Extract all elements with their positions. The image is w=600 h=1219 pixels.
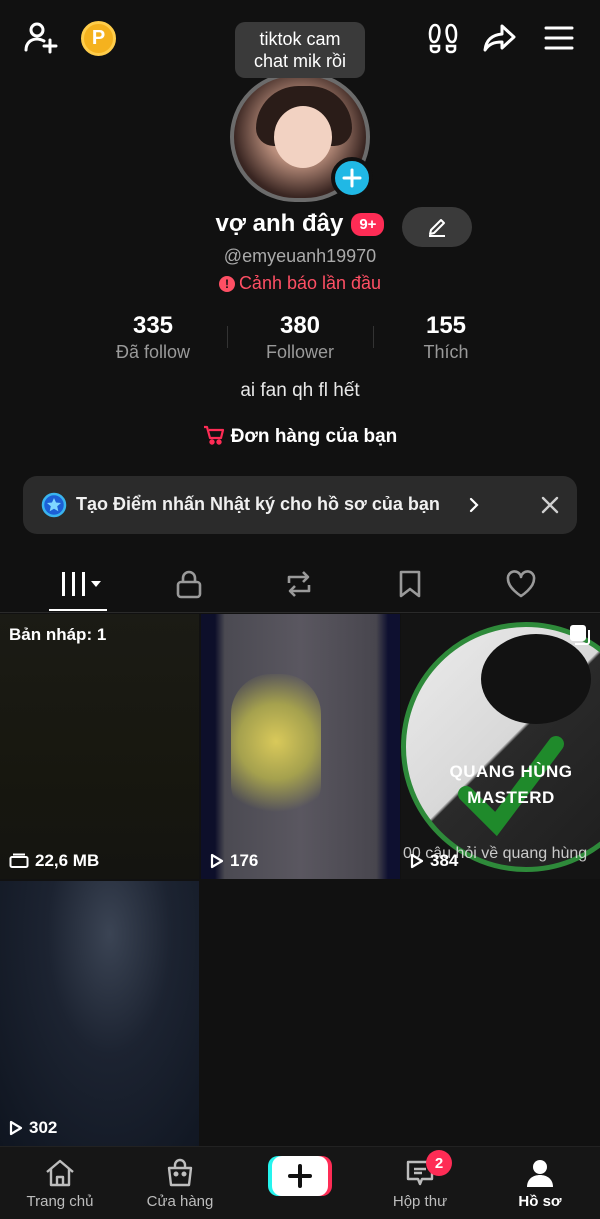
video-tile[interactable]: QUANG HÙNG MASTERD 00 câu hỏi về quang h… [401,614,600,879]
add-story-button[interactable] [331,157,373,199]
folder-icon [9,853,29,868]
warning-text: Cảnh báo lần đầu [238,273,382,293]
view-count-text: 384 [430,851,459,870]
stat-value: 155 [425,312,467,339]
lock-icon [176,570,202,599]
nav-shop[interactable]: Cửa hàng [120,1147,240,1219]
hamburger-menu-icon [544,26,574,50]
tab-liked[interactable] [491,560,551,608]
orders-label: Đơn hàng của bạn [230,426,398,447]
video-grid-icon [62,572,101,596]
carousel-icon [570,625,590,645]
tab-favorites[interactable] [380,560,440,608]
stat-value: 380 [279,312,321,339]
warning-notice[interactable]: ! Cảnh báo lần đầu [0,273,600,294]
inbox-badge: 2 [426,1150,452,1176]
video-tile[interactable]: 176 [201,614,400,879]
note-line-2: chat mik rồi [253,51,347,71]
stat-value: 335 [132,312,174,339]
cart-icon [203,425,224,445]
share-icon [483,24,516,52]
note-bubble[interactable]: tiktok cam chat mik rồi [235,22,365,78]
create-plus-icon [268,1156,332,1196]
profile-bio: ai fan qh fl hết [240,380,360,401]
edit-profile-button[interactable] [402,207,472,247]
note-line-1: tiktok cam [259,29,341,49]
coin-icon: P [91,27,106,49]
orders-link[interactable]: Đơn hàng của bạn [0,424,600,448]
nav-inbox-label: Hộp thư [392,1193,448,1210]
view-count: 302 [9,1118,57,1138]
play-icon [210,853,224,869]
play-icon [9,1120,23,1136]
profile-name: vợ anh đây [215,210,344,237]
username-handle: @emyeuanh19970 [223,246,377,266]
notification-badge[interactable]: 9+ [351,212,385,236]
nav-inbox[interactable]: Hộp thư [360,1147,480,1219]
nav-profile[interactable]: Hồ sơ [480,1147,600,1219]
menu-button[interactable] [537,16,581,60]
close-icon[interactable] [539,494,561,516]
pencil-icon [429,219,445,237]
add-person-icon [24,22,58,54]
view-count: 176 [210,851,258,871]
stat-likes[interactable]: 155 Thích [371,312,521,363]
chevron-right-icon [469,497,479,513]
heart-icon [506,570,536,598]
stat-label: Thích [423,342,469,362]
active-tab-indicator [49,609,107,611]
tab-divider [0,612,600,613]
video-tile[interactable]: 302 [0,881,199,1146]
stat-label: Đã follow [115,342,191,362]
bookmark-icon [399,570,421,598]
stat-followers[interactable]: 380 Follower [225,312,375,363]
star-badge-icon [41,492,67,518]
profile-icon [527,1160,553,1187]
stat-following[interactable]: 335 Đã follow [78,312,228,363]
footprints-icon [428,23,458,54]
plus-icon [342,168,362,188]
tab-videos[interactable] [53,560,113,608]
profile-name-row: vợ anh đây 9+ [0,210,600,238]
highlight-banner[interactable]: Tạo Điểm nhấn Nhật ký cho hồ sơ của bạn [23,476,577,534]
home-icon [46,1159,74,1187]
shopping-bag-icon [167,1158,193,1187]
overlay-title: QUANG HÙNG MASTERD [449,762,573,807]
view-count-text: 302 [29,1118,58,1137]
footprints-button[interactable] [421,16,465,60]
nav-profile-label: Hồ sơ [518,1193,562,1210]
create-button[interactable] [268,1156,332,1196]
draft-label: Bản nháp: 1 [9,625,107,644]
nav-home-label: Trang chủ [26,1193,94,1210]
view-count-text: 176 [230,851,259,870]
tab-reposts[interactable] [269,560,329,608]
draft-size-text: 22,6 MB [35,851,100,870]
view-count: 384 [410,851,458,871]
add-friend-button[interactable] [18,16,62,60]
draft-size: 22,6 MB [9,851,99,871]
coin-button[interactable]: P [81,21,116,56]
nav-shop-label: Cửa hàng [146,1193,214,1210]
thumbnail-head [481,634,591,724]
stat-label: Follower [265,342,335,362]
tab-private[interactable] [159,560,219,608]
repost-icon [287,571,311,597]
banner-text: Tạo Điểm nhấn Nhật ký cho hồ sơ của bạn [76,494,440,514]
play-icon [410,853,424,869]
share-button[interactable] [478,16,522,60]
warning-icon: ! [218,276,235,292]
nav-home[interactable]: Trang chủ [0,1147,120,1219]
draft-tile[interactable]: Bản nháp: 1 22,6 MB [0,614,199,879]
blurred-figure [231,674,321,824]
